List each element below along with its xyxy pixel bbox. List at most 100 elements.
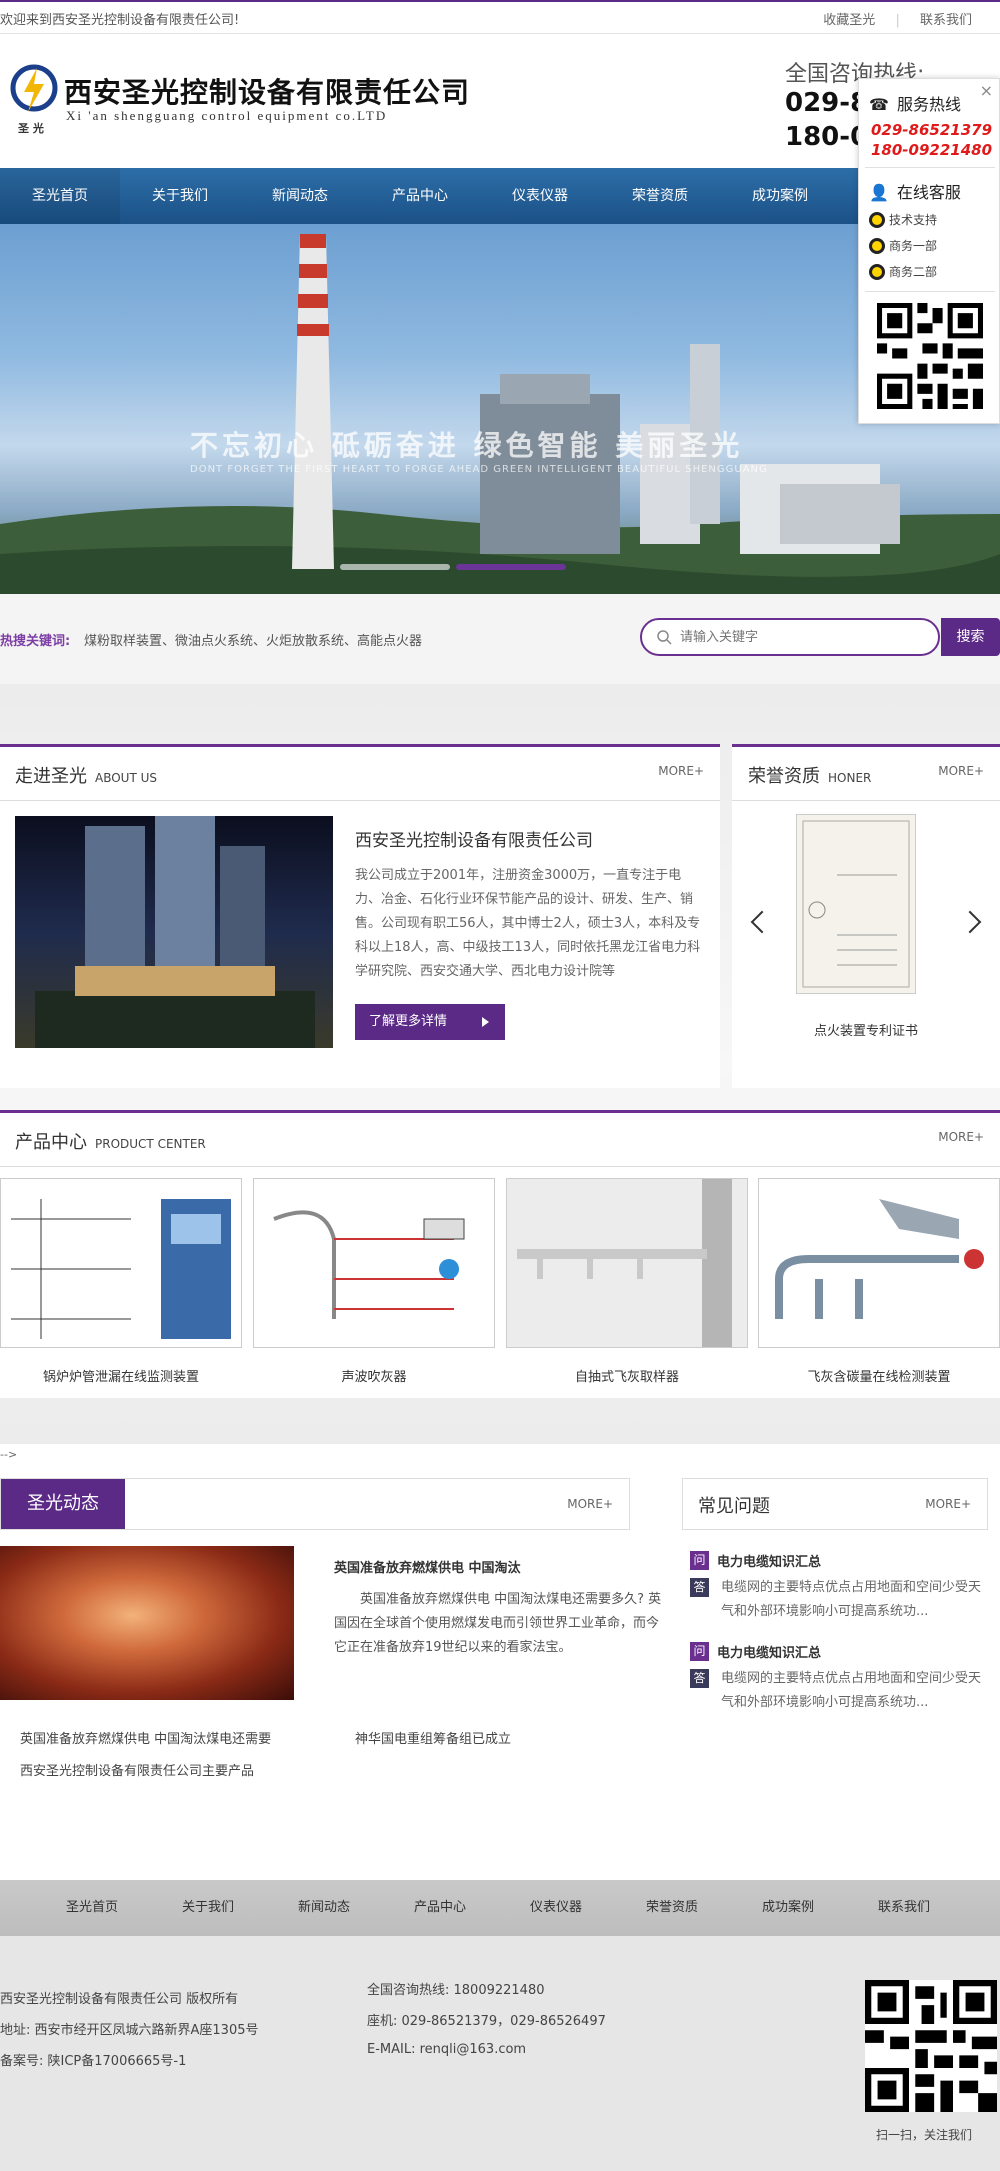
faq-answer: 答电缆网的主要特点优点占用地面和空间少受天气和外部环境影响小可提高系统功... [690,1667,990,1710]
hotline-number-2: 180-0 [785,122,869,152]
news-link[interactable]: 西安圣光控制设备有限责任公司主要产品 [20,1760,254,1779]
banner-slogan-en: DONT FORGET THE FIRST HEART TO FORGE AHE… [190,464,768,475]
divider [865,291,995,292]
nav-item-cases[interactable]: 成功案例 [720,168,840,224]
html-comment-residue: --> [0,1448,18,1461]
learn-more-button[interactable]: 了解更多详情 [355,1004,505,1040]
carbon-detector-diagram [775,1199,984,1319]
news-title-tab[interactable]: 圣光动态 [1,1479,125,1529]
qq-support-biz2[interactable]: 商务二部 [869,263,937,280]
question-badge: 问 [690,1551,709,1570]
qr-caption: 扫一扫，关注我们 [876,2128,973,2142]
search-input[interactable] [680,620,870,654]
footer-nav-contact[interactable]: 联系我们 [846,1880,962,1936]
banner-dot[interactable] [340,564,450,570]
product-name[interactable]: 自抽式飞灰取样器 [506,1366,748,1385]
banner-dot-active[interactable] [456,564,566,570]
footer-nav-news[interactable]: 新闻动态 [266,1880,382,1936]
footer-nav-products[interactable]: 产品中心 [382,1880,498,1936]
nav-item-news[interactable]: 新闻动态 [240,168,360,224]
logo-subtext: 圣 光 [18,122,44,135]
news-summary: 英国准备放弃燃煤供电 中国淘汰煤电还需要多久? 英国因在全球首个使用燃煤发电而引… [334,1592,662,1655]
footer-nav-instruments[interactable]: 仪表仪器 [498,1880,614,1936]
footer-nav-about[interactable]: 关于我们 [150,1880,266,1936]
product-image[interactable] [253,1178,495,1348]
nav-item-honors[interactable]: 荣誉资质 [600,168,720,224]
service-phone-1: 029-86521379 [871,121,993,139]
news-link[interactable]: 神华国电重组筹备组已成立 [355,1728,511,1747]
faq-answer: 答电缆网的主要特点优点占用地面和空间少受天气和外部环境影响小可提高系统功... [690,1576,990,1619]
nav-item-about[interactable]: 关于我们 [120,168,240,224]
product-name[interactable]: 飞灰含碳量在线检测装置 [758,1366,1000,1385]
honor-caption: 点火装置专利证书 [813,1024,918,1039]
online-service-title: 👤 在线客服 [869,183,961,202]
faq-section-header: 常见问题 MORE+ [682,1478,988,1530]
top-links: 收藏圣光 | 联系我们 [807,9,972,28]
icp-text[interactable]: 备案号: 陕ICP备17006665号-1 [0,2050,186,2069]
service-phone-2: 180-09221480 [871,141,993,159]
chevron-left-icon[interactable] [750,910,774,934]
more-link[interactable]: MORE+ [658,764,704,778]
hot-keywords-label: 热搜关键词: [0,634,71,649]
patent-certificate-image[interactable] [796,814,916,994]
product-name[interactable]: 声波吹灰器 [253,1366,495,1385]
qq-support-tech[interactable]: 技术支持 [869,211,937,228]
about-company-name: 西安圣光控制设备有限责任公司 [355,831,593,851]
footer-nav-honors[interactable]: 荣誉资质 [614,1880,730,1936]
news-link[interactable]: 英国准备放弃燃煤供电 中国淘汰煤电还需要 [20,1728,271,1747]
footer-nav-home[interactable]: 圣光首页 [34,1880,150,1936]
more-link[interactable]: MORE+ [938,764,984,778]
product-image[interactable] [758,1178,1000,1348]
building-illustration [35,816,315,1048]
hero-banner[interactable]: 不忘初心 砥砺奋进 绿色智能 美丽圣光 DONT FORGET THE FIRS… [0,224,1000,594]
main-nav: 圣光首页 关于我们 新闻动态 产品中心 仪表仪器 荣誉资质 成功案例 [0,168,1000,224]
answer-badge: 答 [690,1669,709,1688]
footer-email[interactable]: E-MAIL: renqli@163.com [367,2042,526,2057]
link-separator: | [895,13,900,28]
qq-support-biz1[interactable]: 商务一部 [869,237,937,254]
more-link[interactable]: MORE+ [567,1497,613,1511]
site-header: 圣 光 西安圣光控制设备有限责任公司 Xi 'an shengguang con… [0,34,1000,168]
company-building-image[interactable] [15,816,333,1048]
footer-nav: 圣光首页 关于我们 新闻动态 产品中心 仪表仪器 荣誉资质 成功案例 联系我们 [0,1880,1000,1936]
qq-icon [869,263,885,280]
news-section-header: 圣光动态 MORE+ [0,1478,630,1530]
agent-icon: 👤 [869,183,889,202]
section-title: 常见问题 [698,1496,770,1517]
company-name-en: Xi 'an shengguang control equipment co.L… [66,108,388,123]
bookmark-link[interactable]: 收藏圣光 [823,13,875,28]
hotline-number-1: 029-8 [785,88,869,118]
contact-link[interactable]: 联系我们 [920,13,972,28]
divider [865,167,995,168]
nav-item-instruments[interactable]: 仪表仪器 [480,168,600,224]
chevron-right-icon[interactable] [958,910,982,934]
more-link[interactable]: MORE+ [925,1497,971,1511]
news-thumbnail[interactable] [0,1546,294,1700]
about-description: 我公司成立于2001年，注册资金3000万，一直专注于电力、冶金、石化行业环保节… [355,868,701,979]
top-bar: 欢迎来到西安圣光控制设备有限责任公司! 收藏圣光 | 联系我们 [0,2,1000,34]
nav-item-home[interactable]: 圣光首页 [0,168,120,224]
hot-keywords-list[interactable]: 煤粉取样装置、微油点火系统、火炬放散系统、高能点火器 [84,630,422,649]
about-section: 走进圣光 ABOUT US MORE+ 西安圣光控制设备有限责任公司 我公司成立于… [0,744,720,1088]
close-icon[interactable]: × [980,81,993,100]
product-image[interactable] [506,1178,748,1348]
question-badge: 问 [690,1642,709,1661]
faq-question[interactable]: 问 电力电缆知识汇总 [690,1551,821,1570]
product-image[interactable] [0,1178,242,1348]
product-name[interactable]: 锅炉炉管泄漏在线监测装置 [0,1366,242,1385]
power-plant-image [0,234,1000,594]
service-hotline-title: ☎ 服务热线 [869,95,961,114]
section-title: 走进圣光 ABOUT US [15,766,158,787]
sootblower-diagram [273,1210,465,1319]
more-link[interactable]: MORE+ [938,1130,984,1144]
section-accent [0,1110,1000,1113]
honor-section: 荣誉资质 HONER MORE+ 点火装置专利证书 [732,744,1000,1088]
news-headline[interactable]: 英国准备放弃燃煤供电 中国淘汰 [334,1557,521,1576]
products-section: 产品中心 PRODUCT CENTER MORE+ 锅炉炉管泄漏在线监测装置 声… [0,1110,1000,1398]
faq-question[interactable]: 问 电力电缆知识汇总 [690,1642,821,1661]
qr-code-icon [865,1980,997,2112]
footer-nav-cases[interactable]: 成功案例 [730,1880,846,1936]
nav-item-products[interactable]: 产品中心 [360,168,480,224]
banner-pagination [340,564,566,570]
search-button[interactable]: 搜索 [941,618,1000,656]
